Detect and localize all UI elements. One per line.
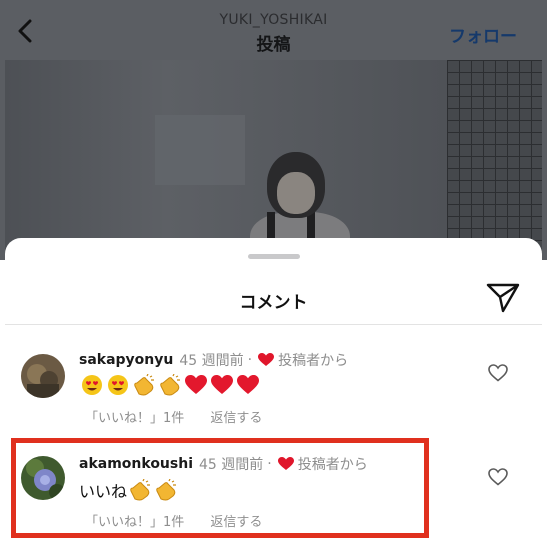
comment-username[interactable]: sakapyonyu [79,352,173,368]
comments-title: コメント [239,293,308,313]
avatar[interactable] [21,354,65,398]
photo-wire-mesh [447,60,542,260]
post-photo [5,60,542,260]
comment-meta: sakapyonyu 45 週間前 · 投稿者から [79,350,348,370]
follow-button[interactable]: フォロー [449,22,517,47]
red-heart-emoji-icon [235,374,261,396]
author-liked-heart-icon [258,353,275,367]
paper-plane-icon [486,283,520,313]
comment-text [79,374,261,396]
photo-person-face [277,172,315,214]
clap-emoji-icon [157,374,183,396]
comment-item: sakapyonyu 45 週間前 · 投稿者から 「いいね！」1件 返信する [5,350,542,440]
heart-outline-icon [488,364,508,382]
reply-button[interactable]: 返信する [210,411,262,426]
avatar-image [21,354,65,398]
comment-like-button[interactable] [488,364,510,384]
likes-count-link[interactable]: 「いいね！」1件 [85,411,184,426]
share-button[interactable] [486,282,520,314]
red-heart-emoji-icon [183,374,209,396]
comment-actions: 「いいね！」1件 返信する [85,407,262,426]
sheet-grabber[interactable] [248,254,300,259]
heart-eyes-emoji-icon [79,374,105,396]
heart-outline-icon [488,468,508,486]
clap-emoji-icon [131,374,157,396]
divider [5,324,542,325]
meta-separator: · [247,352,253,368]
comments-sheet: コメント sakapyonyu 45 週間前 · 投稿者から 「いいね！」1件 … [5,238,542,547]
post-header: YUKI_YOSHIKAI 投稿 フォロー [0,0,547,60]
photo-window-detail [155,115,245,185]
comment-time: 45 週間前 [179,353,244,369]
comment-like-button[interactable] [488,468,510,488]
liked-by-author-label: 投稿者から [278,353,349,369]
red-heart-emoji-icon [209,374,235,396]
heart-eyes-emoji-icon [105,374,131,396]
highlight-box [11,438,429,538]
